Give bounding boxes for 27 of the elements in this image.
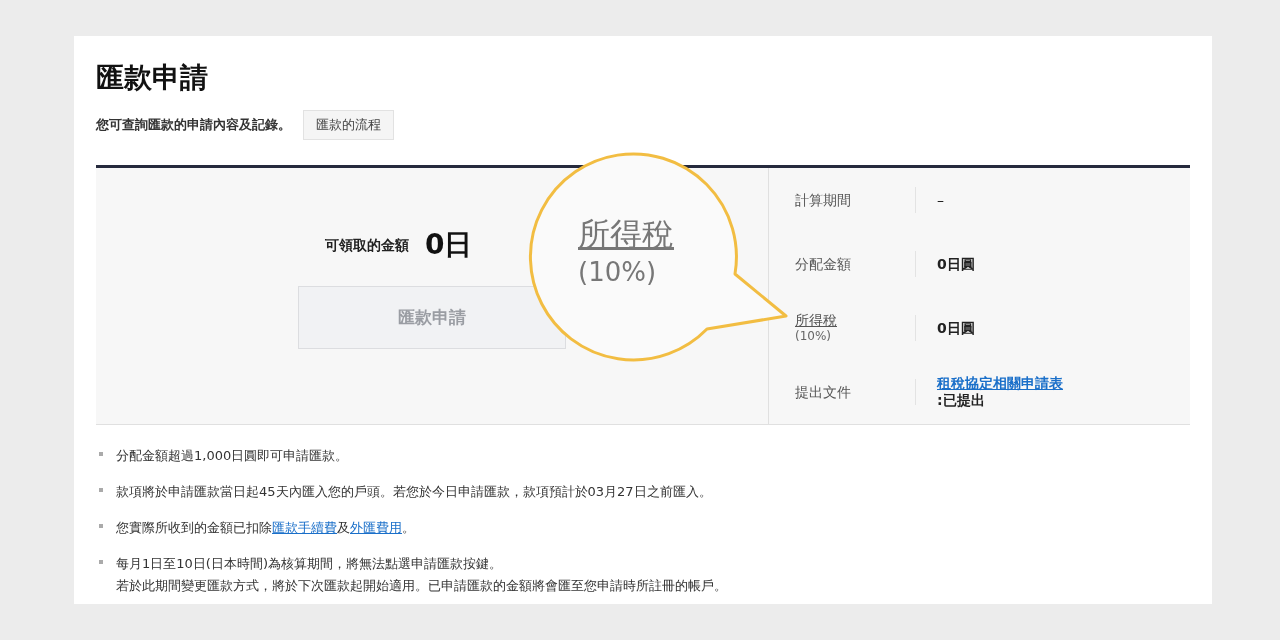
document-link[interactable]: 租稅協定相關申請表 bbox=[937, 374, 1063, 392]
note-text: 分配金額超過1,000日圓即可申請匯款。 bbox=[116, 447, 349, 465]
detail-label: 計算期間 bbox=[795, 190, 851, 210]
callout-tax-rate: (10%) bbox=[578, 256, 658, 289]
detail-value: 0日圓 bbox=[937, 256, 975, 272]
note-text: 您實際所收到的金額已扣除匯款手續費及外匯費用。 bbox=[116, 519, 415, 537]
bullet-icon bbox=[99, 560, 103, 564]
page-title: 匯款申請 bbox=[96, 60, 209, 96]
note-text: 款項將於申請匯款當日起45天內匯入您的戶頭。若您於今日申請匯款，款項預計於03月27日之前匯入。 bbox=[116, 483, 712, 501]
page-subtitle: 您可查詢匯款的申請內容及記錄。 bbox=[96, 116, 291, 135]
callout-tax-label: 所得稅 bbox=[578, 214, 674, 254]
flow-button[interactable]: 匯款的流程 bbox=[303, 110, 394, 140]
bullet-icon bbox=[99, 524, 103, 528]
note-link[interactable]: 匯款手續費 bbox=[272, 520, 337, 535]
amount-value: 0日 bbox=[425, 227, 473, 263]
note-text: 每月1日至10日(日本時間)為核算期間，將無法點選申請匯款按鍵。 若於此期間變更匯款方式，將於下次匯款起開始適用。已申請匯款的金額將會匯至您申請時所註冊的帳戶。 bbox=[116, 555, 727, 595]
amount-label: 可領取的金額 bbox=[325, 235, 409, 255]
document-status: :已提出 bbox=[937, 392, 986, 410]
detail-label: 分配金額 bbox=[795, 254, 851, 274]
tax-link[interactable]: 所得稅 bbox=[795, 311, 837, 330]
detail-value: – bbox=[937, 192, 944, 208]
note-link[interactable]: 外匯費用 bbox=[350, 520, 402, 535]
bullet-icon bbox=[99, 452, 103, 456]
bullet-icon bbox=[99, 488, 103, 492]
detail-value: 0日圓 bbox=[937, 320, 975, 336]
tax-rate: (10%) bbox=[795, 329, 833, 345]
detail-label: 提出文件 bbox=[795, 382, 851, 402]
